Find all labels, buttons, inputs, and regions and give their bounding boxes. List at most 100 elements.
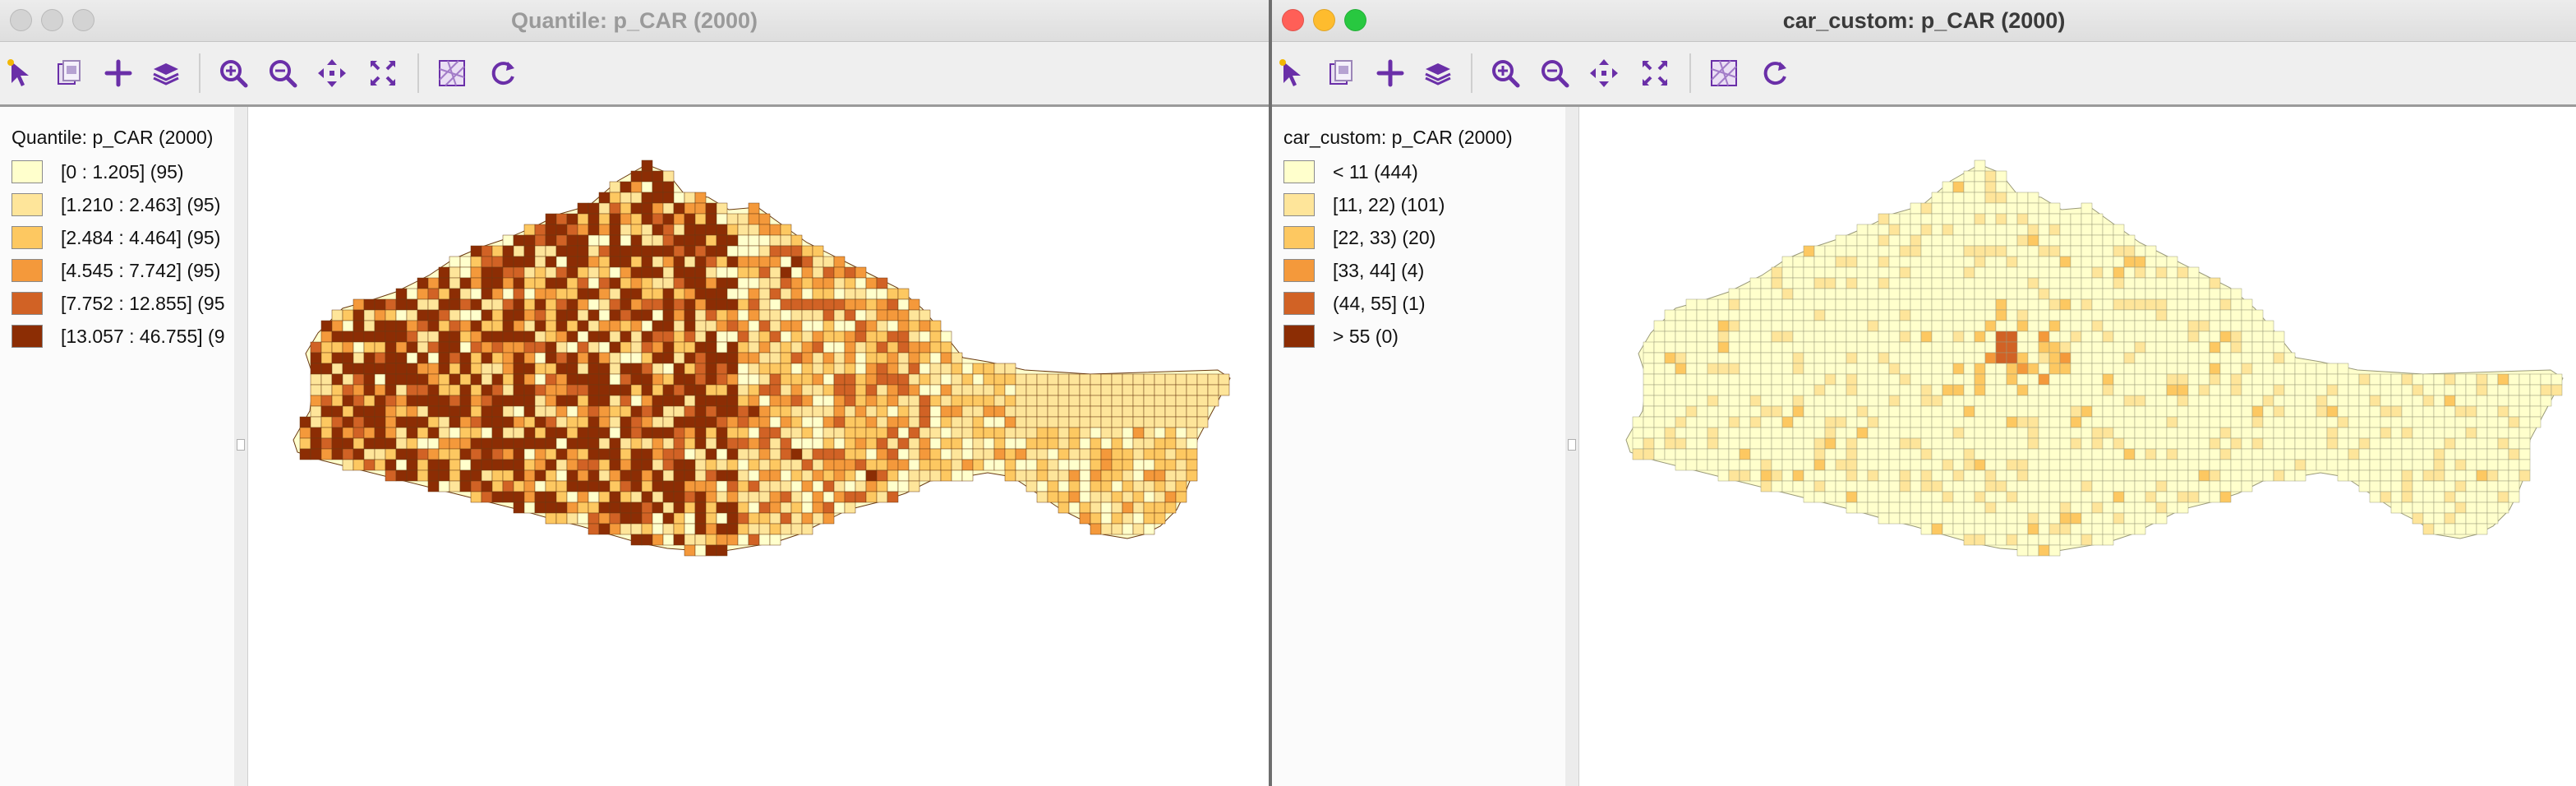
municipality-polygon	[385, 363, 397, 375]
municipality-polygon	[2187, 341, 2200, 354]
municipality-polygon	[1995, 181, 2007, 193]
full-extent-button[interactable]	[366, 57, 399, 90]
municipality-polygon	[758, 512, 771, 525]
pan-button[interactable]	[316, 57, 348, 90]
municipality-polygon	[2102, 331, 2114, 343]
municipality-polygon	[2348, 373, 2360, 386]
municipality-polygon	[577, 224, 589, 236]
municipality-polygon	[1643, 405, 1655, 418]
select-arrow-button[interactable]	[3, 57, 36, 90]
legend-splitter[interactable]	[234, 107, 248, 786]
select-arrow-button[interactable]	[1275, 57, 1308, 90]
title-bar[interactable]: Quantile: p_CAR (2000)	[0, 0, 1269, 42]
layers-button[interactable]	[150, 57, 182, 90]
map-content: Quantile: p_CAR (2000) [0 : 1.205] (95)[…	[0, 107, 1269, 786]
add-plus-button[interactable]	[102, 57, 135, 90]
municipality-polygon	[470, 245, 482, 257]
municipality-polygon	[2369, 405, 2381, 418]
legend-splitter[interactable]	[1565, 107, 1579, 786]
municipality-polygon	[705, 480, 717, 492]
municipality-polygon	[1878, 384, 1890, 396]
municipality-polygon	[427, 416, 440, 428]
legend-label: > 55 (0)	[1333, 326, 1399, 347]
pan-button[interactable]	[1588, 57, 1620, 90]
choropleth-map[interactable]	[248, 107, 1269, 786]
basemap-button[interactable]	[435, 57, 468, 90]
zoom-out-button[interactable]	[266, 57, 299, 90]
municipality-polygon	[2123, 395, 2136, 407]
zoom-in-button[interactable]	[1489, 57, 1522, 90]
layers-button[interactable]	[1422, 57, 1454, 90]
municipality-polygon	[2198, 469, 2210, 482]
municipality-polygon	[951, 416, 963, 428]
basemap-button[interactable]	[1707, 57, 1740, 90]
municipality-polygon	[1025, 416, 1038, 428]
municipality-polygon	[2187, 288, 2200, 300]
municipality-polygon	[449, 266, 461, 279]
municipality-polygon	[865, 298, 878, 311]
zoom-out-button[interactable]	[1538, 57, 1571, 90]
municipality-polygon	[662, 448, 675, 460]
municipality-polygon	[748, 384, 760, 396]
municipality-polygon	[2198, 448, 2210, 460]
municipality-polygon	[662, 480, 675, 492]
municipality-polygon	[2038, 277, 2050, 289]
municipality-polygon	[737, 277, 749, 289]
municipality-polygon	[716, 234, 728, 247]
municipality-polygon	[929, 363, 942, 375]
municipality-polygon	[1100, 448, 1113, 460]
municipality-polygon	[459, 373, 472, 386]
municipality-polygon	[1664, 437, 1676, 450]
municipality-polygon	[2123, 480, 2136, 492]
map-legend[interactable]: car_custom: p_CAR (2000) < 11 (444) [11, …	[1272, 107, 1566, 786]
municipality-polygon	[823, 491, 835, 503]
municipality-polygon	[1899, 224, 1911, 236]
municipality-polygon	[2006, 309, 2018, 321]
add-plus-button[interactable]	[1374, 57, 1407, 90]
municipality-polygon	[1068, 427, 1081, 439]
municipality-polygon	[1878, 437, 1890, 450]
municipality-polygon	[748, 491, 760, 503]
municipality-polygon	[641, 416, 653, 428]
zoom-in-button[interactable]	[217, 57, 250, 90]
municipality-polygon	[1685, 341, 1698, 354]
map-canvas[interactable]	[248, 107, 1269, 786]
municipality-polygon	[427, 480, 440, 492]
municipality-polygon	[2422, 512, 2435, 525]
refresh-button[interactable]	[486, 57, 519, 90]
splitter-grip-icon[interactable]	[1568, 439, 1576, 451]
map-legend[interactable]: Quantile: p_CAR (2000) [0 : 1.205] (95)[…	[0, 107, 235, 786]
municipality-polygon	[2038, 320, 2050, 332]
title-bar[interactable]: car_custom: p_CAR (2000)	[1272, 0, 2576, 42]
municipality-polygon	[2219, 395, 2232, 407]
municipality-polygon	[1717, 448, 1730, 460]
municipality-polygon	[406, 331, 418, 343]
copy-image-button[interactable]	[53, 57, 85, 90]
municipality-polygon	[812, 480, 824, 492]
municipality-polygon	[769, 277, 781, 289]
refresh-button[interactable]	[1758, 57, 1791, 90]
municipality-polygon	[395, 384, 408, 396]
municipality-polygon	[748, 416, 760, 428]
municipality-polygon	[331, 395, 343, 407]
full-extent-button[interactable]	[1638, 57, 1671, 90]
municipality-polygon	[491, 395, 504, 407]
municipality-polygon	[427, 384, 440, 396]
municipality-polygon	[545, 384, 557, 396]
choropleth-map[interactable]	[1579, 107, 2576, 786]
municipality-polygon	[502, 331, 514, 343]
municipality-polygon	[737, 224, 749, 236]
municipality-polygon	[748, 352, 760, 364]
municipality-polygon	[2283, 469, 2296, 482]
municipality-polygon	[1952, 224, 1965, 236]
municipality-polygon	[2326, 459, 2339, 471]
municipality-polygon	[1984, 384, 1997, 396]
municipality-polygon	[1090, 416, 1102, 428]
municipality-polygon	[737, 480, 749, 492]
municipality-polygon	[1942, 352, 1954, 364]
splitter-grip-icon[interactable]	[237, 439, 245, 451]
municipality-polygon	[684, 309, 696, 321]
municipality-polygon	[737, 384, 749, 396]
copy-image-button[interactable]	[1325, 57, 1357, 90]
map-canvas[interactable]	[1579, 107, 2576, 786]
